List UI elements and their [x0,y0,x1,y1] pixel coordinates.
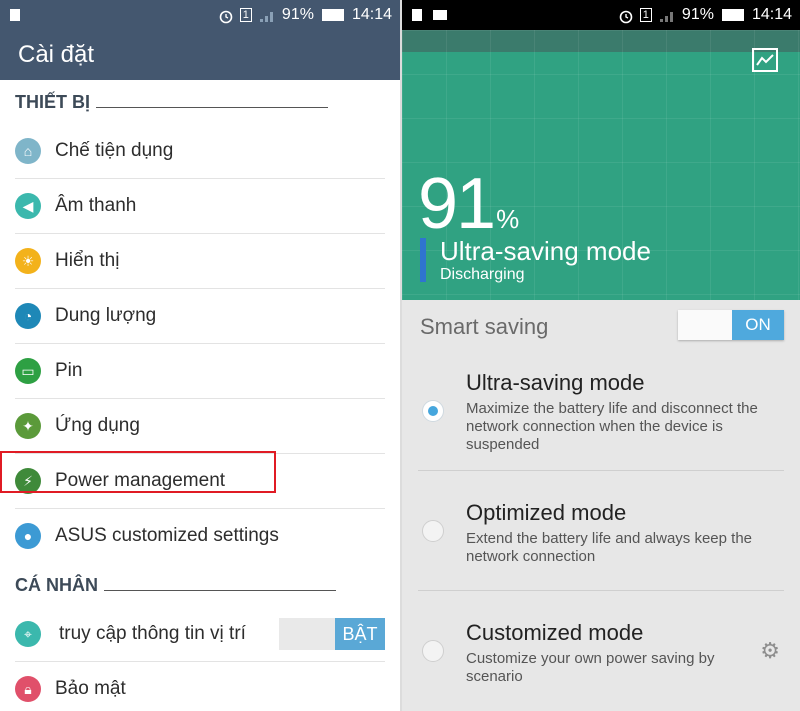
lock-icon: 🔒︎ [15,676,41,702]
smart-saving-label: Smart saving [420,314,549,339]
mode-indicator-bar [420,238,426,282]
option-description: Extend the battery life and always keep … [466,530,753,565]
alarm-icon [618,8,633,24]
section-divider [96,106,328,108]
clock: 14:14 [351,6,392,23]
clock: 14:14 [751,6,792,23]
settings-item-label: Dung lượng [55,305,157,326]
settings-item-display[interactable]: ☀ Hiển thị [15,234,385,289]
sim-icon: 1 [639,8,652,22]
option-title: Customized mode [466,620,644,645]
signal-icon [659,8,674,22]
settings-item-label: Chế tiện dụng [55,140,174,161]
option-description: Customize your own power saving by scena… [466,650,715,685]
section-personal: CÁ NHÂN [0,563,400,607]
settings-item-security[interactable]: 🔒︎ Bảo mật [15,662,385,711]
option-optimized[interactable]: Optimized mode Extend the battery life a… [418,482,784,588]
section-device-label: THIẾT BỊ [15,91,90,112]
settings-item-asus-customized[interactable]: ● ASUS customized settings [15,509,385,563]
display-icon: ☀ [15,248,41,274]
smart-saving-toggle[interactable]: ON [678,310,784,340]
option-ultra-saving[interactable]: Ultra-saving mode Maximize the battery l… [418,362,784,468]
battery-state: Discharging [440,266,525,283]
settings-item-apps[interactable]: ✦ Ứng dụng [15,399,385,454]
option-divider [418,470,784,471]
settings-item-label: Ứng dụng [55,415,140,436]
settings-item-storage[interactable]: ◔ Dung lượng [15,289,385,344]
smart-saving-row: Smart saving ON [402,300,800,354]
accessibility-icon: ⌂ [15,138,41,164]
power-management-panel: 1 91% 14:14 91% Ultra-saving mode Discha… [402,0,800,711]
battery-hero: 91% Ultra-saving mode Discharging [402,30,800,300]
settings-panel: 1 91% 14:14 Cài đặt THIẾT BỊ ⌂ Chế tiện … [0,0,400,711]
battery-percent: 91% [281,6,314,23]
battery-icon [721,9,744,21]
settings-item-label: Âm thanh [55,195,137,216]
sound-icon: ◀ [15,193,41,219]
sim-icon: 1 [239,8,252,22]
settings-item-location[interactable]: ⌖ truy cập thông tin vị trí BẬT [15,607,385,662]
page-title: Cài đặt [0,30,400,80]
section-personal-label: CÁ NHÂN [15,574,98,595]
customized-radio[interactable] [422,640,444,662]
location-toggle[interactable]: BẬT [279,618,385,650]
option-divider [418,590,784,591]
image-icon [432,8,447,22]
settings-item-accessibility[interactable]: ⌂ Chế tiện dụng [15,124,385,179]
option-title: Optimized mode [466,500,627,525]
settings-item-label: Hiển thị [55,250,120,271]
settings-item-battery[interactable]: ▭ Pin [15,344,385,399]
settings-item-label: truy cập thông tin vị trí [59,623,246,644]
gear-icon[interactable]: ⚙ [760,638,780,664]
toggle-track [678,310,732,340]
ultra-saving-radio[interactable] [422,400,444,422]
chart-icon[interactable] [752,48,778,72]
option-description: Maximize the battery life and disconnect… [466,400,758,453]
settings-item-label: Bảo mật [55,678,126,699]
settings-item-sound[interactable]: ◀ Âm thanh [15,179,385,234]
battery-level-unit: % [496,204,519,234]
current-mode: Ultra-saving mode [440,236,651,266]
status-bar: 1 91% 14:14 [402,0,800,30]
signal-icon [259,8,274,22]
toggle-track [279,618,335,650]
storage-icon: ◔ [15,303,41,329]
android-icon: ✦ [15,413,41,439]
status-bar: 1 91% 14:14 [0,0,400,30]
battery-icon [321,9,344,21]
sd-card-icon [8,8,22,22]
option-title: Ultra-saving mode [466,370,645,395]
asus-settings-icon: ● [15,523,41,549]
battery-level-value: 91 [418,164,496,244]
battery-settings-icon: ▭ [15,358,41,384]
alarm-icon [218,8,233,24]
highlight-box [0,451,276,493]
toggle-on-label: BẬT [335,618,385,650]
section-divider [104,589,336,591]
location-icon: ⌖ [15,621,41,647]
option-customized[interactable]: Customized mode Customize your own power… [418,602,784,708]
battery-percent: 91% [681,6,714,23]
section-device: THIẾT BỊ [0,80,400,124]
sd-card-icon [410,8,424,22]
toggle-on-label: ON [732,310,784,340]
settings-item-label: Pin [55,360,83,381]
optimized-radio[interactable] [422,520,444,542]
settings-item-label: ASUS customized settings [55,525,279,546]
